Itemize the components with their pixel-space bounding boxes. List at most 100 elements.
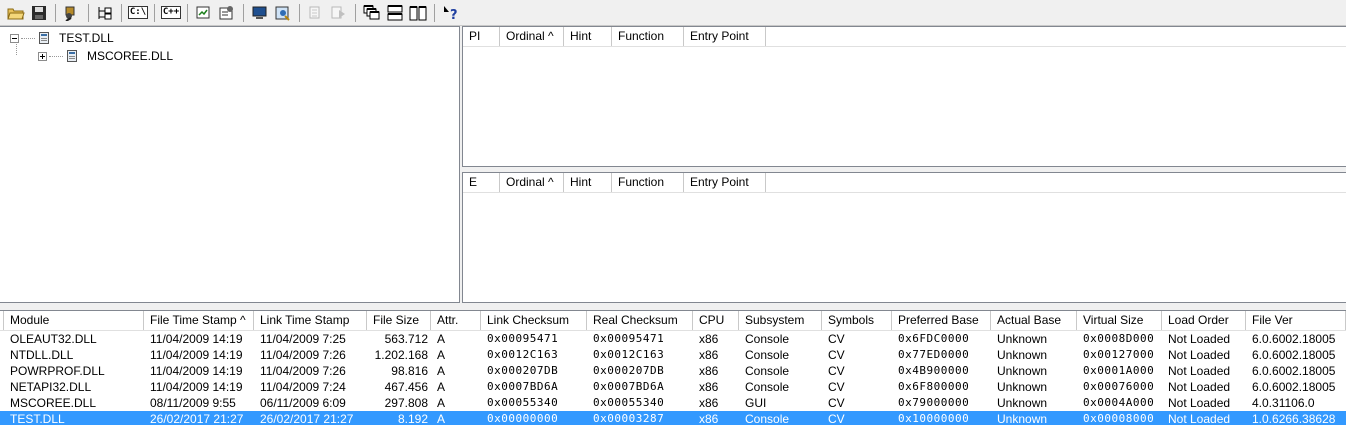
- table-row[interactable]: NTDLL.DLL 11/04/2009 14:19 11/04/2009 7:26…: [0, 347, 1346, 363]
- cell-subsystem: Console: [745, 332, 790, 346]
- toolbar-separator: [299, 3, 300, 22]
- cell-file-size: 8.192: [397, 412, 428, 425]
- column-header-cpu[interactable]: CPU: [693, 311, 739, 330]
- table-row[interactable]: OLEAUT32.DLL 11/04/2009 14:19 11/04/2009 7…: [0, 331, 1346, 347]
- column-header-symbols[interactable]: Symbols: [822, 311, 892, 330]
- cascade-icon[interactable]: [362, 3, 382, 23]
- cell-attr: A: [437, 396, 446, 410]
- cell-module: POWRPROF.DLL: [10, 364, 105, 378]
- cell-cpu: x86: [699, 380, 719, 394]
- copy-icon[interactable]: [306, 3, 326, 23]
- column-header-file-ver[interactable]: File Ver: [1246, 311, 1346, 330]
- cell-virtual-size: 0x0004A000: [1083, 396, 1155, 409]
- module-list-pane[interactable]: Module File Time Stamp ^ Link Time Stamp Fi…: [0, 310, 1346, 425]
- column-header-attr[interactable]: Attr.: [431, 311, 481, 330]
- cell-file-ver: 4.0.31106.0: [1252, 396, 1315, 410]
- cell-file-time-stamp: 11/04/2009 14:19: [150, 332, 243, 346]
- cell-link-checksum: 0x000207DB: [487, 364, 559, 377]
- cell-attr: A: [437, 332, 446, 346]
- cell-actual-base: Unknown: [997, 380, 1048, 394]
- collapse-icon[interactable]: [10, 33, 19, 43]
- undecorate-cpp-icon[interactable]: C++: [160, 3, 182, 23]
- toolbar: C:\ C++ ?: [0, 0, 1346, 26]
- cell-link-time-stamp: 11/04/2009 7:26: [260, 348, 346, 362]
- column-header-subsystem[interactable]: Subsystem: [739, 311, 822, 330]
- cell-module: OLEAUT32.DLL: [10, 332, 97, 346]
- cell-symbols: CV: [828, 396, 845, 410]
- column-header-link-time-stamp[interactable]: Link Time Stamp: [254, 311, 367, 330]
- module-icon: [67, 50, 77, 62]
- open-folder-icon[interactable]: [6, 3, 26, 23]
- cell-actual-base: Unknown: [997, 412, 1048, 425]
- cell-file-size: 1.202.168: [374, 348, 428, 362]
- column-header-function[interactable]: Function: [612, 27, 684, 46]
- module-icon: [39, 32, 49, 44]
- system-info-icon[interactable]: [250, 3, 270, 23]
- cell-file-size: 297.808: [384, 396, 428, 410]
- table-row[interactable]: POWRPROF.DLL 11/04/2009 14:19 11/04/2009 7…: [0, 363, 1346, 379]
- undecorate-cpp-label: C++: [160, 6, 182, 19]
- tree-item-root[interactable]: TEST.DLL: [10, 29, 114, 47]
- module-tree-pane[interactable]: TEST.DLL MSCOREE.DLL: [0, 26, 460, 303]
- expand-icon[interactable]: [38, 51, 47, 61]
- column-header-preferred-base[interactable]: Preferred Base: [892, 311, 991, 330]
- table-row[interactable]: TEST.DLL 26/02/2017 21:27 26/02/2017 21:27…: [0, 411, 1346, 425]
- cell-file-time-stamp: 08/11/2009 9:55: [150, 396, 236, 410]
- column-header-real-checksum[interactable]: Real Checksum: [587, 311, 693, 330]
- cell-link-time-stamp: 26/02/2017 21:27: [260, 412, 354, 425]
- tile-vertical-icon[interactable]: [408, 3, 428, 23]
- toolbar-separator: [434, 3, 435, 22]
- cell-file-ver: 6.0.6002.18005: [1252, 348, 1336, 362]
- column-header-link-checksum[interactable]: Link Checksum: [481, 311, 587, 330]
- column-header-file-time-stamp[interactable]: File Time Stamp ^: [144, 311, 254, 330]
- column-header-actual-base[interactable]: Actual Base: [991, 311, 1077, 330]
- cell-preferred-base: 0x6FDC0000: [898, 332, 970, 345]
- find-icon[interactable]: [62, 3, 82, 23]
- cell-preferred-base: 0x4B900000: [898, 364, 970, 377]
- cell-symbols: CV: [828, 348, 845, 362]
- autoexpand-icon[interactable]: [194, 3, 214, 23]
- help-icon[interactable]: ?: [441, 3, 461, 23]
- exports-pane[interactable]: E Ordinal ^ Hint Function Entry Point: [462, 172, 1346, 303]
- cell-actual-base: Unknown: [997, 396, 1048, 410]
- cell-attr: A: [437, 364, 446, 378]
- external-viewer-icon[interactable]: [329, 3, 349, 23]
- column-header-virtual-size[interactable]: Virtual Size: [1077, 311, 1162, 330]
- column-header-module[interactable]: Module: [4, 311, 144, 330]
- view-module-icon[interactable]: [273, 3, 293, 23]
- tree-connector: [21, 37, 35, 39]
- cell-module: NTDLL.DLL: [10, 348, 74, 362]
- column-header-file-size[interactable]: File Size: [367, 311, 431, 330]
- column-header-entry-point[interactable]: Entry Point: [684, 27, 766, 46]
- column-header-ordinal[interactable]: Ordinal ^: [500, 27, 564, 46]
- column-header-e[interactable]: E: [463, 173, 500, 192]
- hierarchy-icon[interactable]: [95, 3, 115, 23]
- tile-horizontal-icon[interactable]: [385, 3, 405, 23]
- column-header-entry-point[interactable]: Entry Point: [684, 173, 766, 192]
- save-icon[interactable]: [29, 3, 49, 23]
- cell-real-checksum: 0x00003287: [593, 412, 665, 425]
- parent-imports-pane[interactable]: PI Ordinal ^ Hint Function Entry Point: [462, 26, 1346, 167]
- cell-real-checksum: 0x000207DB: [593, 364, 665, 377]
- column-header-load-order[interactable]: Load Order: [1162, 311, 1246, 330]
- cell-file-size: 98.816: [391, 364, 428, 378]
- full-paths-icon[interactable]: C:\: [127, 3, 149, 23]
- cell-actual-base: Unknown: [997, 364, 1048, 378]
- properties-icon[interactable]: [217, 3, 237, 23]
- cell-module: NETAPI32.DLL: [10, 380, 92, 394]
- cell-preferred-base: 0x6F800000: [898, 380, 970, 393]
- cell-subsystem: GUI: [745, 396, 767, 410]
- full-paths-label: C:\: [127, 6, 149, 19]
- tree-item-child[interactable]: MSCOREE.DLL: [38, 47, 173, 65]
- cell-link-checksum: 0x00095471: [487, 332, 559, 345]
- column-header-hint[interactable]: Hint: [564, 173, 612, 192]
- column-header-function[interactable]: Function: [612, 173, 684, 192]
- column-header-pi[interactable]: PI: [463, 27, 500, 46]
- exports-header: E Ordinal ^ Hint Function Entry Point: [463, 173, 1346, 193]
- tree-item-label: TEST.DLL: [59, 31, 114, 45]
- cell-load-order: Not Loaded: [1168, 396, 1231, 410]
- table-row[interactable]: MSCOREE.DLL 08/11/2009 9:55 06/11/2009 6:0…: [0, 395, 1346, 411]
- table-row[interactable]: NETAPI32.DLL 11/04/2009 14:19 11/04/2009 7…: [0, 379, 1346, 395]
- column-header-ordinal[interactable]: Ordinal ^: [500, 173, 564, 192]
- column-header-hint[interactable]: Hint: [564, 27, 612, 46]
